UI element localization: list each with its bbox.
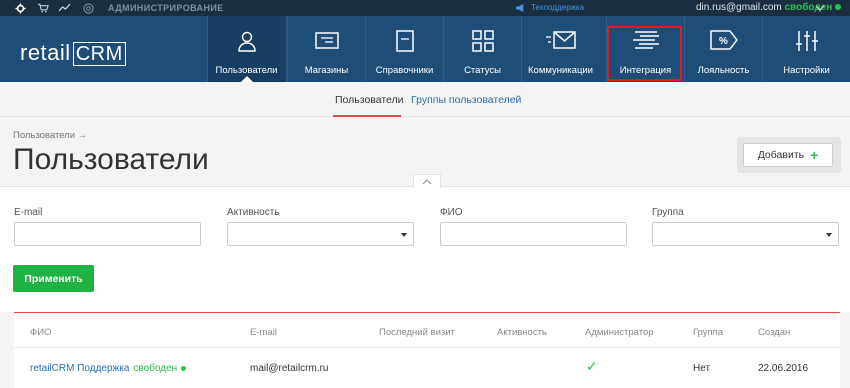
active-tab-indicator [333, 115, 401, 117]
column-header-activity[interactable]: Активность [497, 327, 547, 338]
logo-crm: CRM [72, 42, 126, 66]
integration-highlight-box [607, 26, 682, 81]
nav-item-statuses[interactable]: Статусы [443, 16, 521, 82]
analytics-icon[interactable] [59, 2, 71, 14]
column-header-group[interactable]: Группа [693, 327, 723, 338]
status-dot-icon [181, 365, 187, 371]
status-dot-icon [835, 4, 842, 10]
nav-label-dictionaries: Справочники [375, 65, 434, 76]
nav-item-loyalty[interactable]: % Лояльность [684, 16, 762, 82]
sliders-icon [763, 30, 850, 52]
nav-item-dictionaries[interactable]: Справочники [365, 16, 443, 82]
apply-filter-button[interactable]: Применить [13, 265, 94, 292]
chevron-up-icon [422, 178, 432, 184]
admin-topbar: АДМИНИСТРИРОВАНИЕ Техподдержка din.rus@g… [0, 0, 850, 16]
chevron-down-icon[interactable] [814, 2, 826, 14]
row-created: 22.06.2016 [758, 363, 809, 374]
retailcrm-logo[interactable]: retail CRM [20, 40, 126, 66]
sub-tabs: Пользователи Группы пользователей [0, 82, 850, 117]
page-title: Пользователи [13, 143, 209, 176]
user-row-status: свободен [133, 363, 178, 374]
nav-item-communications[interactable]: Коммуникации [521, 16, 599, 82]
group-filter-select[interactable] [652, 222, 839, 246]
nav-label-settings: Настройки [783, 65, 830, 76]
cart-icon[interactable] [37, 2, 49, 14]
nav-label-loyalty: Лояльность [697, 65, 750, 76]
row-fio[interactable]: retailCRM Поддержка свободен [30, 363, 187, 374]
megaphone-icon [514, 2, 526, 14]
status-icon [444, 30, 521, 52]
support-link[interactable]: Техподдержка [531, 3, 584, 12]
email-filter-input[interactable] [14, 222, 201, 246]
user-email: din.rus@gmail.com [696, 2, 782, 13]
percent-icon: % [685, 30, 762, 52]
user-name-link[interactable]: retailCRM Поддержка [30, 363, 129, 374]
column-header-created[interactable]: Создан [758, 327, 790, 338]
collapse-filter-button[interactable] [413, 174, 441, 188]
book-icon [366, 30, 443, 52]
envelope-icon [522, 30, 599, 52]
table-row[interactable]: retailCRM Поддержка свободен mail@retailc… [14, 348, 840, 388]
column-header-admin[interactable]: Администратор [585, 327, 654, 338]
nav-label-users: Пользователи [215, 65, 278, 76]
add-button-label: Добавить [757, 149, 805, 161]
logo-text: retail [20, 40, 71, 65]
svg-text:%: % [719, 36, 728, 47]
main-navigation: retail CRM Пользователи Магазины Справочн… [0, 16, 850, 82]
nav-label-statuses: Статусы [464, 65, 501, 76]
activity-filter-select[interactable] [227, 222, 414, 246]
gear-icon[interactable] [14, 2, 26, 14]
plus-icon: + [810, 147, 819, 163]
nav-item-users[interactable]: Пользователи [207, 16, 285, 82]
tab-users[interactable]: Пользователи [335, 94, 404, 106]
shop-icon [288, 30, 365, 52]
column-header-fio[interactable]: ФИО [30, 327, 51, 338]
group-filter-label: Группа [652, 207, 684, 218]
admin-check-icon: ✓ [586, 358, 598, 374]
filter-panel [0, 186, 850, 312]
column-header-email[interactable]: E-mail [250, 327, 277, 338]
breadcrumb[interactable]: Пользователи → [13, 130, 87, 141]
chevron-down-icon [826, 233, 832, 237]
target-icon[interactable] [82, 2, 94, 14]
column-header-last-visit[interactable]: Последний визит [379, 327, 455, 338]
activity-filter-label: Активность [227, 207, 280, 218]
chevron-down-icon [401, 233, 407, 237]
nav-item-shops[interactable]: Магазины [287, 16, 365, 82]
nav-item-settings[interactable]: Настройки [762, 16, 850, 82]
fio-filter-input[interactable] [440, 222, 627, 246]
add-user-button[interactable]: Добавить + [743, 143, 833, 167]
row-group: Нет [693, 363, 711, 374]
table-header: ФИО E-mail Последний визит Активность Ад… [14, 313, 840, 348]
fio-filter-label: ФИО [440, 207, 463, 218]
admin-section-label: АДМИНИСТРИРОВАНИЕ [108, 3, 224, 13]
nav-label-shops: Магазины [304, 65, 349, 76]
email-filter-label: E-mail [14, 207, 43, 218]
nav-label-communications: Коммуникации [528, 65, 593, 76]
row-email: mail@retailcrm.ru [250, 363, 329, 374]
tab-user-groups[interactable]: Группы пользователей [411, 94, 521, 106]
user-icon [208, 30, 285, 52]
